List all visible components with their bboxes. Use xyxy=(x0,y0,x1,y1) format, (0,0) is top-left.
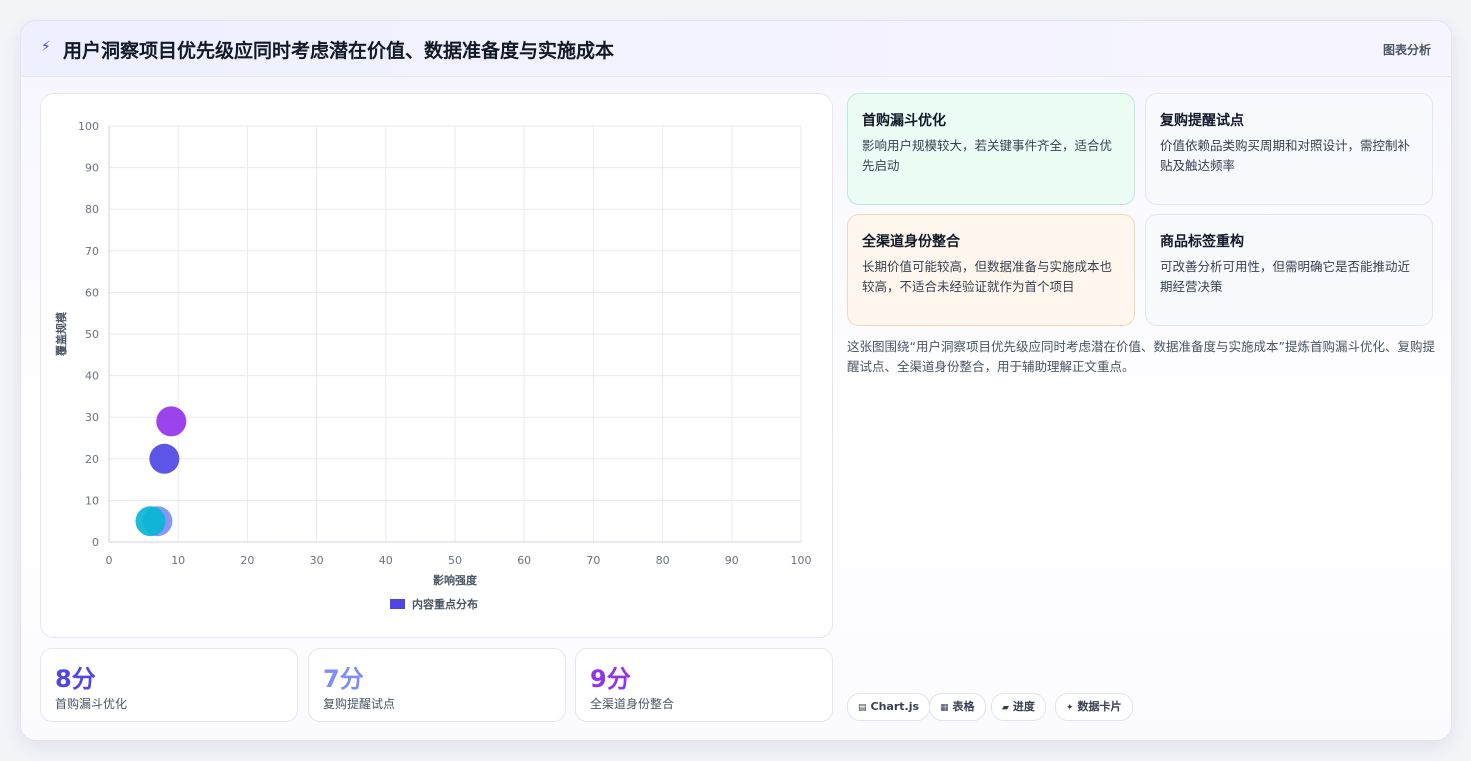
x-tick-label: 10 xyxy=(171,554,185,567)
legend-label: 内容重点分布 xyxy=(412,597,478,611)
insight-title: 全渠道身份整合 xyxy=(862,234,960,250)
chip-data-card[interactable]: ✦ 数据卡片 xyxy=(1055,693,1133,721)
insight-body: 价值依赖品类购买周期和对照设计，需控制补贴及触达频率 xyxy=(1160,138,1411,173)
insight-title: 首购漏斗优化 xyxy=(862,113,946,129)
x-tick-label: 40 xyxy=(379,554,393,567)
x-tick-label: 50 xyxy=(448,554,462,567)
bolt-icon: ⚡ xyxy=(41,39,51,55)
stat-value: 9分 xyxy=(590,665,631,693)
stat-value: 8分 xyxy=(55,665,96,693)
chip-chartjs[interactable]: ▤ Chart.js xyxy=(847,693,931,721)
chip-label: 表格 xyxy=(952,700,975,713)
sparkle-icon: ✦ xyxy=(1066,703,1074,713)
insight-body: 可改善分析可用性，但需明确它是否能推动近期经营决策 xyxy=(1160,259,1411,294)
insight-title: 商品标签重构 xyxy=(1160,234,1244,250)
y-tick-label: 0 xyxy=(92,536,99,549)
chip-label: Chart.js xyxy=(870,700,920,713)
chip-label: 数据卡片 xyxy=(1077,700,1122,713)
stat-value: 7分 xyxy=(323,665,364,693)
stat-label: 首购漏斗优化 xyxy=(55,697,128,711)
page-title: 用户洞察项目优先级应同时考虑潜在价值、数据准备度与实施成本 xyxy=(63,40,615,62)
chart-icon: ▤ xyxy=(858,703,867,713)
table-icon: ▦ xyxy=(940,703,949,713)
legend-swatch xyxy=(390,599,405,609)
stat-card-3: 9分 全渠道身份整合 xyxy=(575,648,833,722)
chip-table[interactable]: ▦ 表格 xyxy=(929,693,986,721)
y-tick-label: 100 xyxy=(78,120,99,133)
x-axis-title: 影响强度 xyxy=(433,573,478,587)
y-tick-label: 10 xyxy=(85,494,99,507)
chart-panel: 0 10 20 30 40 50 60 70 80 90 100 0 10 20 30 40 50 60 70 80 9… xyxy=(40,93,833,638)
stat-card-2: 7分 复购提醒试点 xyxy=(308,648,566,722)
y-tick-label: 80 xyxy=(85,203,99,216)
y-axis-title: 覆盖规模 xyxy=(54,311,68,356)
y-tick-label: 20 xyxy=(85,453,99,466)
insight-title: 复购提醒试点 xyxy=(1160,113,1244,129)
x-tick-label: 80 xyxy=(656,554,670,567)
insight-card-2: 复购提醒试点 价值依赖品类购买周期和对照设计，需控制补贴及触达频率 xyxy=(1145,93,1433,205)
x-tick-label: 60 xyxy=(517,554,531,567)
y-tick-label: 40 xyxy=(85,370,99,383)
y-tick-label: 30 xyxy=(85,411,99,424)
x-tick-label: 20 xyxy=(240,554,254,567)
x-tick-label: 100 xyxy=(791,554,812,567)
data-point xyxy=(149,443,180,474)
insight-body: 长期价值可能较高，但数据准备与实施成本也较高，不适合未经验证就作为首个项目 xyxy=(862,259,1113,294)
header: ⚡ 用户洞察项目优先级应同时考虑潜在价值、数据准备度与实施成本 图表分析 xyxy=(21,21,1451,77)
data-point xyxy=(156,406,187,437)
progress-icon: ▰ xyxy=(1002,703,1009,713)
x-tick-label: 90 xyxy=(725,554,739,567)
header-tag: 图表分析 xyxy=(1382,43,1431,57)
y-tick-label: 50 xyxy=(85,328,99,341)
insight-card-3: 全渠道身份整合 长期价值可能较高，但数据准备与实施成本也较高，不适合未经验证就作… xyxy=(847,214,1135,326)
main-card: ⚡ 用户洞察项目优先级应同时考虑潜在价值、数据准备度与实施成本 图表分析 0 10… xyxy=(20,20,1452,741)
chip-label: 进度 xyxy=(1012,700,1035,713)
insight-card-4: 商品标签重构 可改善分析可用性，但需明确它是否能推动近期经营决策 xyxy=(1145,214,1433,326)
data-point xyxy=(135,506,166,537)
x-tick-label: 70 xyxy=(586,554,600,567)
stat-card-1: 8分 首购漏斗优化 xyxy=(40,648,298,722)
stat-label: 全渠道身份整合 xyxy=(590,697,675,711)
stat-label: 复购提醒试点 xyxy=(323,697,396,711)
y-tick-label: 90 xyxy=(85,162,99,175)
summary-text: 这张图围绕“用户洞察项目优先级应同时考虑潜在价值、数据准备度与实施成本”提炼首购… xyxy=(847,339,1435,374)
chip-progress[interactable]: ▰ 进度 xyxy=(991,693,1046,721)
insight-body: 影响用户规模较大，若关键事件齐全，适合优先启动 xyxy=(862,138,1113,173)
x-tick-label: 30 xyxy=(310,554,324,567)
scatter-chart: 0 10 20 30 40 50 60 70 80 90 100 0 10 20 30 40 50 60 70 80 9… xyxy=(54,120,812,611)
insight-card-1: 首购漏斗优化 影响用户规模较大，若关键事件齐全，适合优先启动 xyxy=(847,93,1135,205)
y-tick-label: 70 xyxy=(85,245,99,258)
x-tick-label: 0 xyxy=(106,554,113,567)
y-tick-label: 60 xyxy=(85,286,99,299)
